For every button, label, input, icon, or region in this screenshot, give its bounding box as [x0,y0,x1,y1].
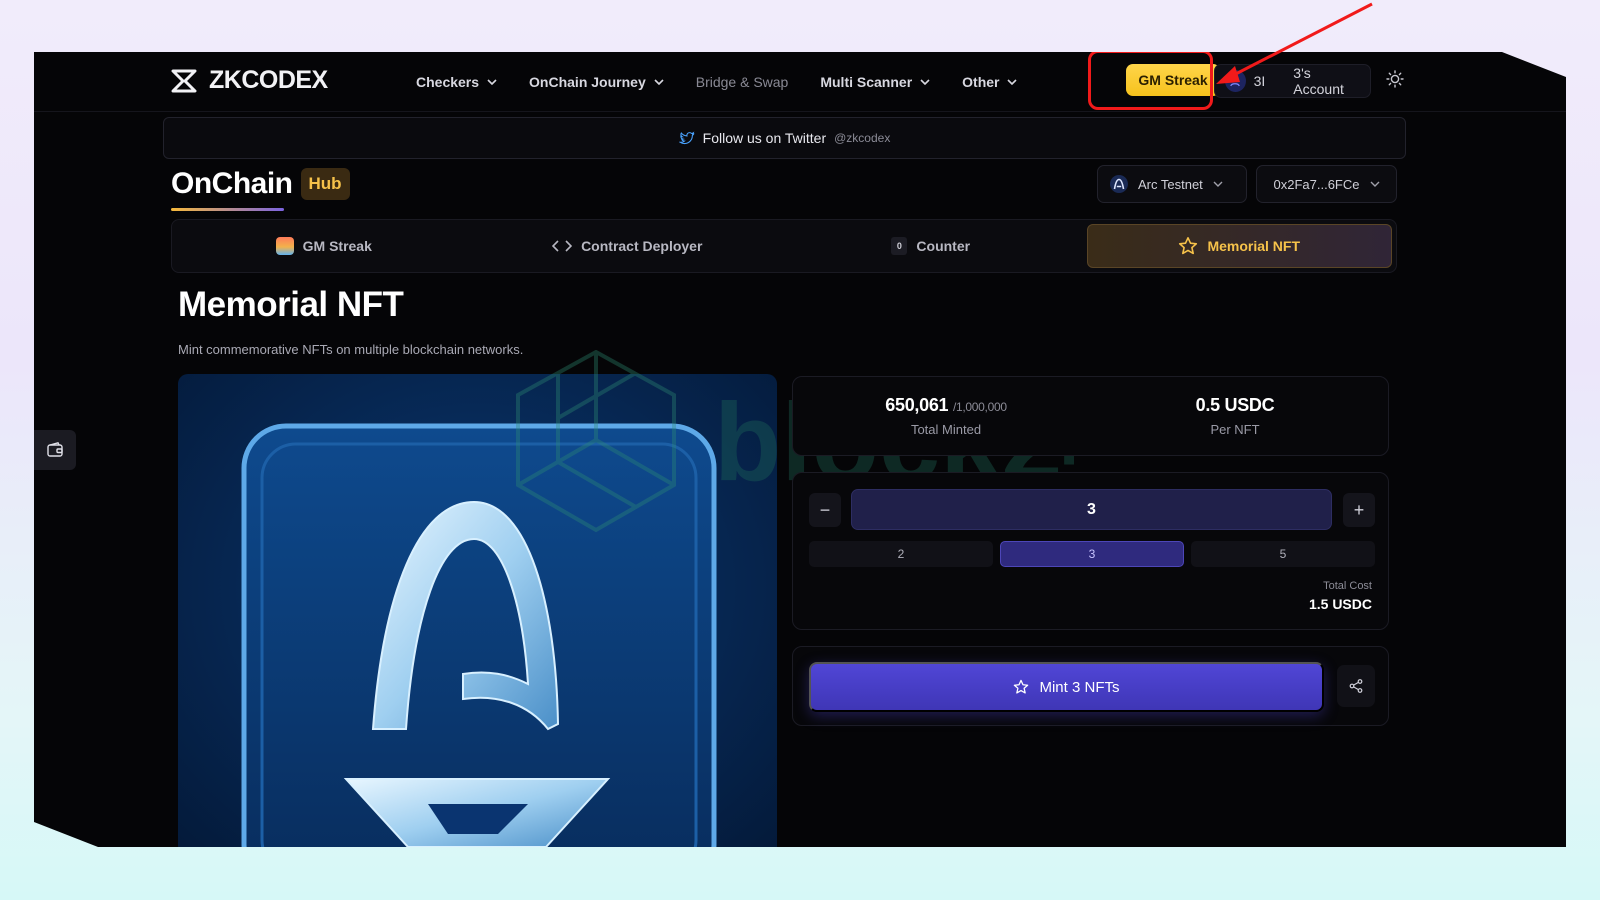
quantity-preset-2[interactable]: 2 [809,541,993,567]
chevron-down-icon [1007,79,1018,85]
increase-quantity-button[interactable]: + [1343,493,1375,527]
wallet-address-select[interactable]: 0x2Fa7...6FCe [1256,165,1397,203]
nav-checkers-label: Checkers [416,74,480,90]
tab-counter[interactable]: 0 Counter [779,220,1083,272]
star-icon [1014,679,1029,694]
gm-streak-button[interactable]: GM Streak [1126,64,1220,96]
page-subtitle: Mint commemorative NFTs on multiple bloc… [178,342,524,357]
quantity-preset-3[interactable]: 3 [1000,541,1184,567]
wallet-icon [47,441,63,457]
hub-title-text: OnChain [171,167,293,200]
mint-card: Mint 3 NFTs [792,646,1389,726]
nav-multi-scanner[interactable]: Multi Scanner [820,70,930,94]
app-window: ZKCODEX Checkers OnChain Journey Bridge … [34,52,1566,847]
nav-multi-scanner-label: Multi Scanner [820,74,913,90]
total-cost-label: Total Cost [1323,580,1372,592]
arc-logo-artwork [241,423,717,847]
chevron-down-icon [1370,181,1379,187]
account-button[interactable]: 3I 3's Account [1214,64,1371,98]
tab-contract-deployer-label: Contract Deployer [581,238,703,254]
nav-onchain-journey-label: OnChain Journey [529,74,646,90]
quantity-preset-5[interactable]: 5 [1191,541,1375,567]
zkcodex-logo-icon [171,69,197,92]
brand-name: ZKCODEX [209,66,328,94]
nft-artwork-image [178,374,777,847]
hub-title: OnChain Hub [171,167,350,201]
price-value: 0.5 USDC [1195,395,1275,415]
tab-gm-streak[interactable]: GM Streak [172,220,476,272]
account-short-id: 3I [1253,73,1266,89]
user-icon [1230,76,1241,87]
total-cost-value: 1.5 USDC [1308,596,1372,612]
chevron-down-icon [654,79,664,85]
nav-bridge-swap[interactable]: Bridge & Swap [696,70,789,94]
chevron-down-icon [920,79,930,85]
max-supply: /1,000,000 [952,400,1007,414]
nav-other-label: Other [962,74,1000,90]
mint-stats-card: 650,061 /1,000,000 Total Minted 0.5 USDC… [792,376,1389,456]
avatar [1225,70,1246,92]
wallet-address: 0x2Fa7...6FCe [1273,176,1360,192]
mint-button-label: Mint 3 NFTs [1039,678,1120,696]
quantity-card: − 3 + 2 3 5 Total Cost 1.5 USDC [792,472,1389,630]
tab-memorial-nft-label: Memorial NFT [1207,238,1301,254]
brand-logo[interactable]: ZKCODEX [171,66,328,95]
twitter-banner[interactable]: Follow us on Twitter @zkcodex [163,117,1406,159]
star-icon [1179,237,1198,255]
network-select[interactable]: Arc Testnet [1097,165,1247,203]
twitter-handle: @zkcodex [834,131,891,145]
tab-memorial-nft[interactable]: Memorial NFT [1086,224,1392,268]
share-button[interactable] [1337,665,1375,707]
tab-contract-deployer[interactable]: Contract Deployer [476,220,780,272]
tab-counter-label: Counter [916,238,971,254]
top-navbar: ZKCODEX Checkers OnChain Journey Bridge … [34,52,1566,112]
chevron-down-icon [487,79,497,85]
hub-underline [171,208,284,211]
nav-checkers[interactable]: Checkers [416,70,497,94]
twitter-text: Follow us on Twitter [702,130,827,146]
price-label: Per NFT [1210,422,1260,437]
price-stat: 0.5 USDC Per NFT [1135,395,1335,437]
account-label: 3's Account [1293,65,1344,97]
code-icon [552,240,573,252]
total-minted-stat: 650,061 /1,000,000 Total Minted [846,395,1046,437]
theme-toggle-sun-icon[interactable] [1386,70,1404,88]
nav-onchain-journey[interactable]: OnChain Journey [529,70,664,94]
gm-streak-icon [275,237,294,255]
page-title: Memorial NFT [178,285,404,324]
quantity-input[interactable]: 3 [851,489,1332,530]
arc-network-icon [1110,175,1128,193]
main-nav: Checkers OnChain Journey Bridge & Swap M… [416,70,1049,94]
nav-bridge-swap-label: Bridge & Swap [695,74,789,90]
mint-button[interactable]: Mint 3 NFTs [809,662,1324,712]
chevron-down-icon [1213,181,1223,187]
nav-other[interactable]: Other [962,70,1018,94]
tab-gm-streak-label: GM Streak [302,238,372,254]
hub-badge: Hub [300,168,350,200]
total-minted-label: Total Minted [910,422,982,437]
network-name: Arc Testnet [1138,176,1203,192]
twitter-icon [678,131,694,145]
wallet-side-button[interactable] [34,430,76,470]
decrease-quantity-button[interactable]: − [809,493,841,527]
share-icon [1349,679,1363,693]
minted-count: 650,061 [885,395,949,415]
hub-tabs: GM Streak Contract Deployer 0 Counter Me… [171,219,1397,273]
counter-icon: 0 [891,237,908,255]
